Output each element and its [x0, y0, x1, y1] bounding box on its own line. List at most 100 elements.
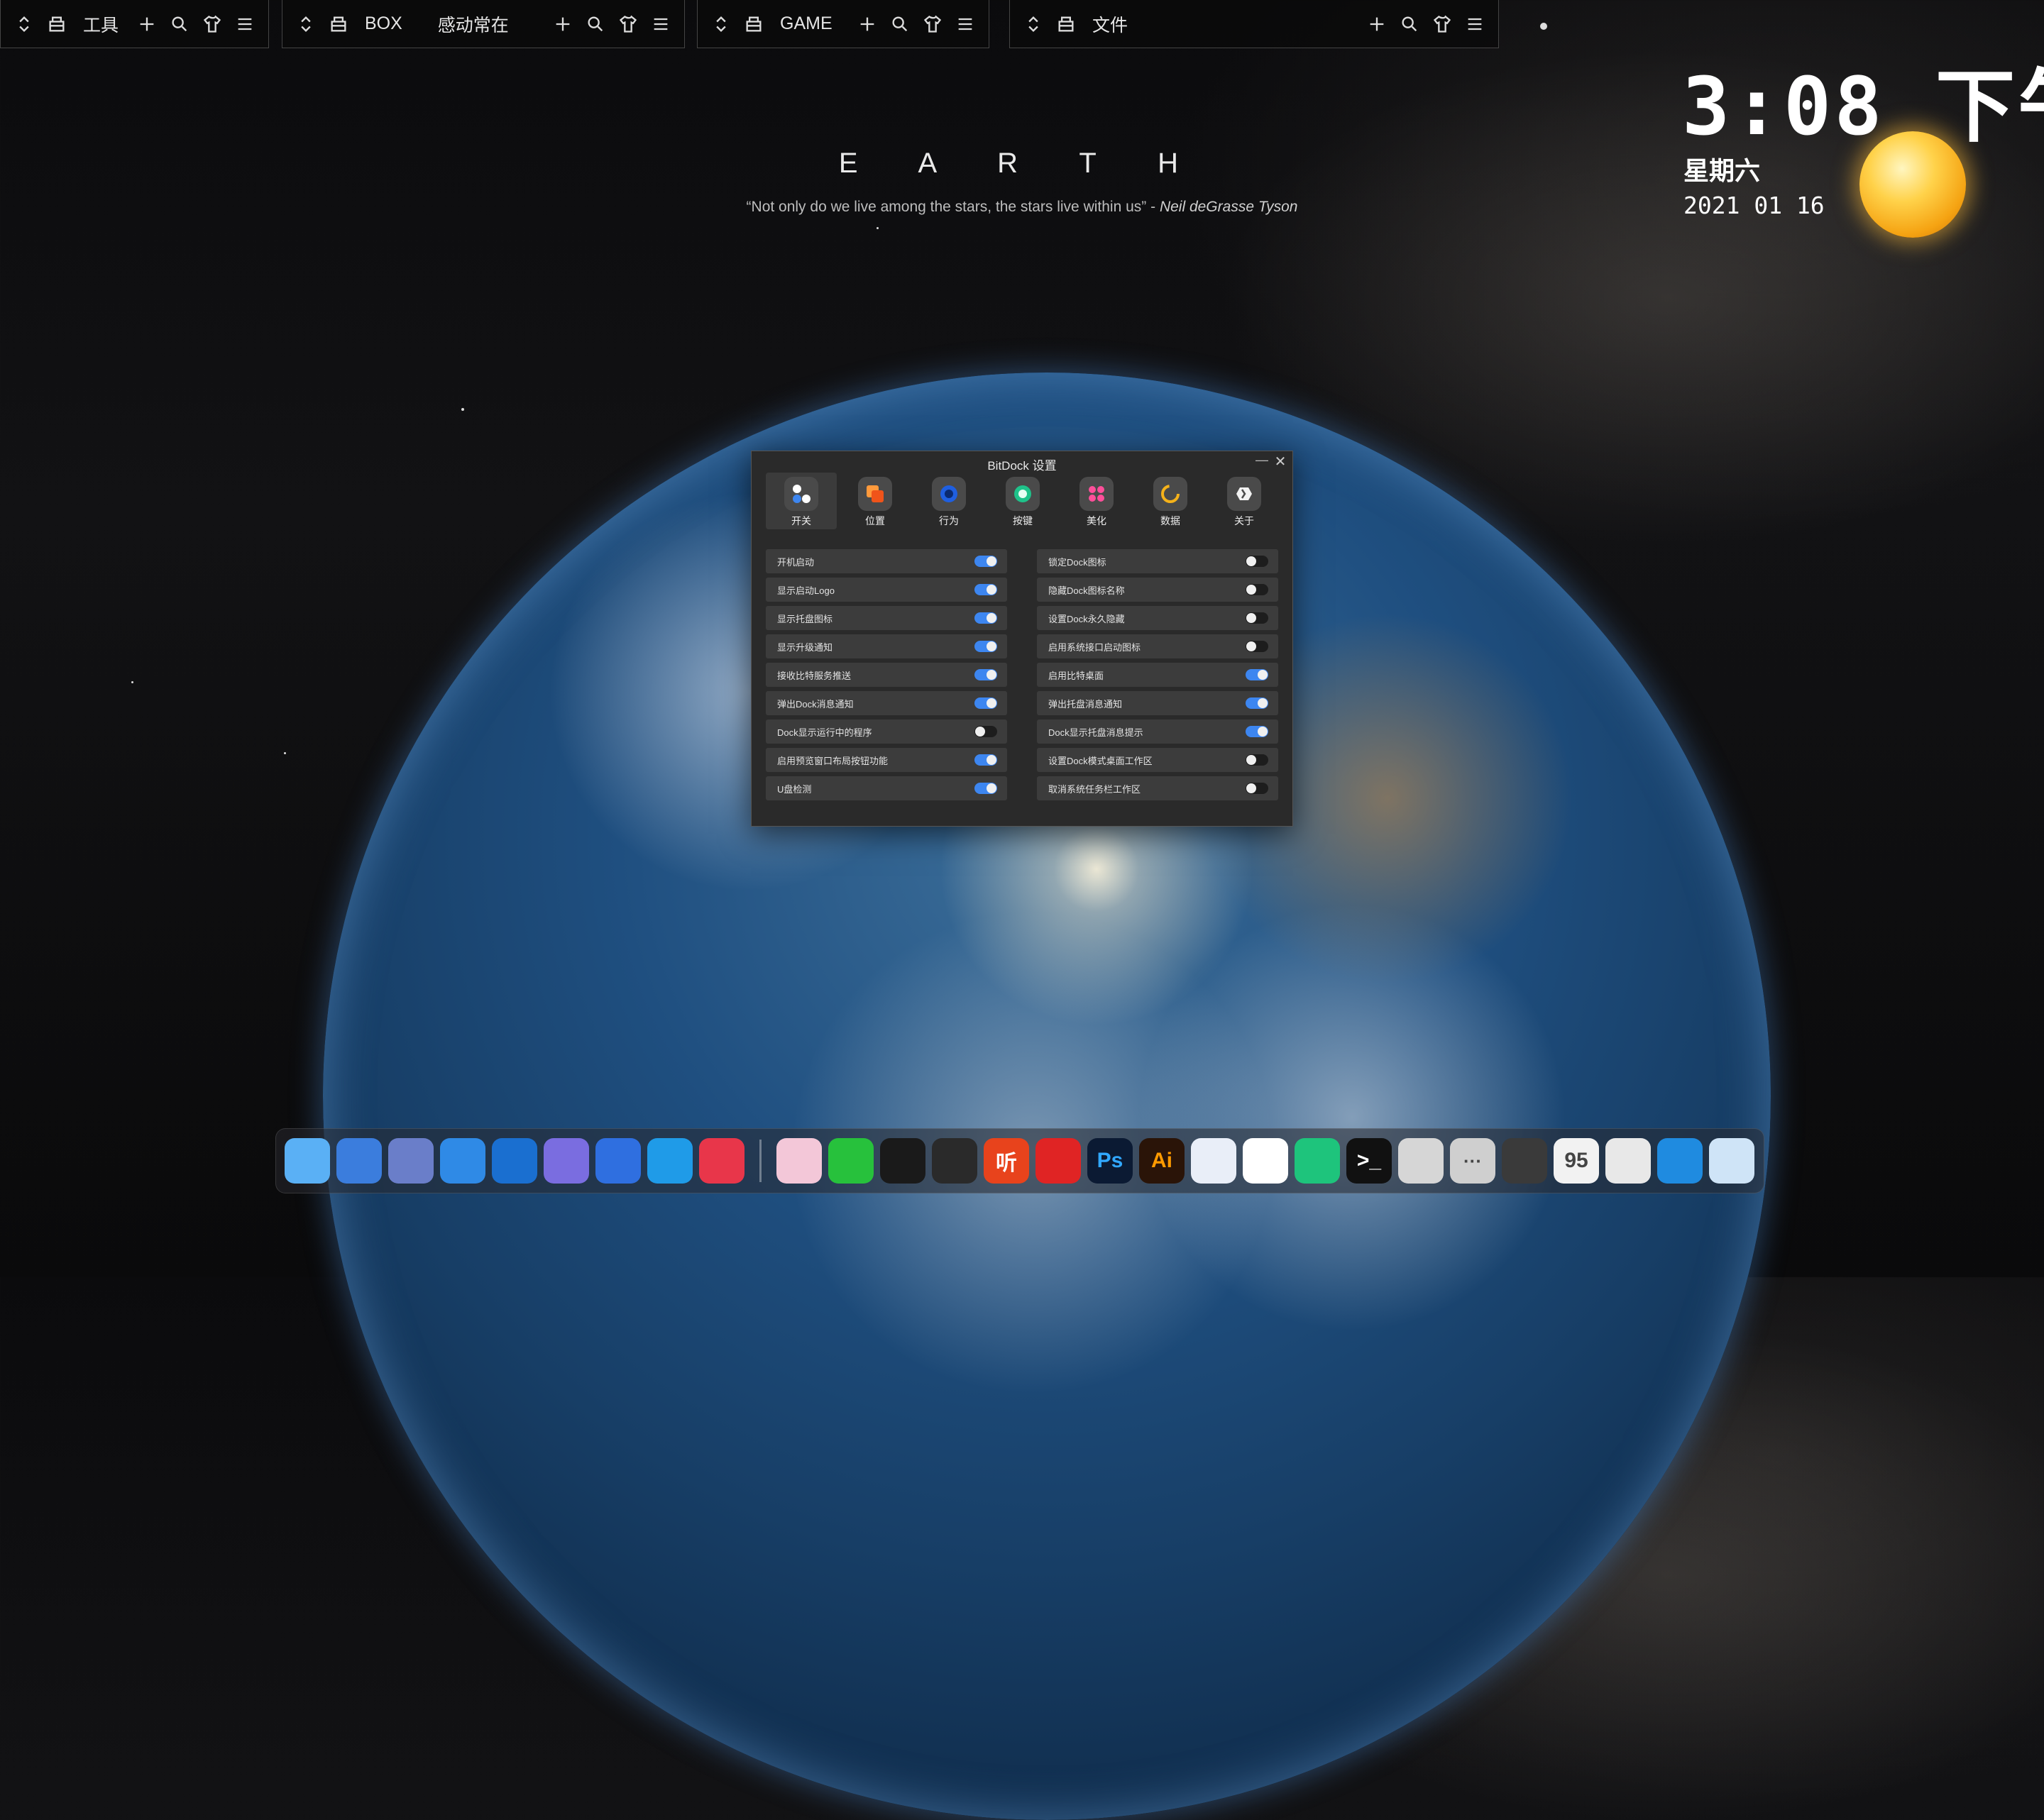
- dock-separator: [759, 1140, 762, 1182]
- skin-shirt-icon[interactable]: [196, 8, 229, 40]
- search-icon[interactable]: [884, 8, 916, 40]
- tab-data[interactable]: 数据: [1135, 473, 1206, 529]
- folder-pink-icon[interactable]: [776, 1138, 822, 1184]
- power-icon[interactable]: [1502, 1138, 1547, 1184]
- green-app-icon[interactable]: [828, 1138, 874, 1184]
- option-row: 启用系统接口启动图标: [1037, 634, 1278, 658]
- add-icon[interactable]: [546, 8, 579, 40]
- clock-date: 2021 01 16: [1683, 192, 1825, 219]
- toggle-switch[interactable]: [1246, 641, 1268, 652]
- minimize-button[interactable]: —: [1254, 453, 1270, 468]
- tab-label: 按键: [1013, 515, 1033, 526]
- add-icon[interactable]: [851, 8, 884, 40]
- dock-bar: 听 Ps Ai >_ ··· 95: [275, 1128, 1764, 1193]
- option-label: 启用系统接口启动图标: [1048, 641, 1141, 653]
- menu-icon[interactable]: [1458, 8, 1491, 40]
- group-bar-files[interactable]: 文件: [1009, 0, 1499, 48]
- menu-icon[interactable]: [644, 8, 677, 40]
- group-bar-game[interactable]: GAME: [697, 0, 989, 48]
- launchpad-rocket-icon[interactable]: [388, 1138, 434, 1184]
- menu-icon[interactable]: [229, 8, 261, 40]
- search-icon[interactable]: [579, 8, 612, 40]
- more-dots-icon[interactable]: ···: [1450, 1138, 1495, 1184]
- photoshop-icon[interactable]: Ps: [1087, 1138, 1133, 1184]
- screenshot-icon[interactable]: [699, 1138, 744, 1184]
- dock-item-label: 听: [996, 1152, 1017, 1175]
- group-subtitle: 感动常在: [437, 15, 509, 35]
- toggle-switch[interactable]: [1246, 584, 1268, 595]
- tab-switch[interactable]: 开关: [766, 473, 837, 529]
- tab-label: 位置: [865, 515, 885, 526]
- toggle-switch[interactable]: [1246, 697, 1268, 709]
- skin-shirt-icon[interactable]: [612, 8, 644, 40]
- weather-icon[interactable]: [544, 1138, 589, 1184]
- tab-behavior[interactable]: 行为: [913, 473, 984, 529]
- skin-shirt-icon[interactable]: [916, 8, 949, 40]
- expand-collapse-icon[interactable]: [705, 8, 737, 40]
- add-icon[interactable]: [1361, 8, 1393, 40]
- group-bar-box[interactable]: BOX 感动常在: [282, 0, 685, 48]
- search-icon[interactable]: [163, 8, 196, 40]
- baidu-netdisk-icon[interactable]: [1243, 1138, 1288, 1184]
- expand-collapse-icon[interactable]: [290, 8, 322, 40]
- tab-beautify[interactable]: 美化: [1061, 473, 1132, 529]
- toggle-switch[interactable]: [974, 584, 997, 595]
- option-row: 设置Dock模式桌面工作区: [1037, 748, 1278, 772]
- feishu-bird-icon[interactable]: [1191, 1138, 1236, 1184]
- illustrator-icon[interactable]: Ai: [1139, 1138, 1185, 1184]
- group-box-icon: [1050, 8, 1082, 40]
- terminal-icon[interactable]: >_: [1346, 1138, 1392, 1184]
- toggle-switch[interactable]: [1246, 612, 1268, 624]
- left-options-column: 开机启动 显示启动Logo 显示托盘图标 显示升级通知 接收比特服务推送 弹出D…: [766, 549, 1007, 805]
- toggle-switch[interactable]: [974, 669, 997, 680]
- dock-item-label: Ps: [1097, 1149, 1123, 1172]
- toggle-switch[interactable]: [974, 641, 997, 652]
- group-box-icon: [737, 8, 770, 40]
- group-title: 工具: [83, 15, 119, 35]
- finder-icon[interactable]: [285, 1138, 330, 1184]
- add-icon[interactable]: [131, 8, 163, 40]
- toggle-switch[interactable]: [1246, 669, 1268, 680]
- data-icon: [1153, 477, 1187, 511]
- key-icon: [1006, 477, 1040, 511]
- calculator-icon[interactable]: [1605, 1138, 1651, 1184]
- close-button[interactable]: ✕: [1273, 453, 1288, 470]
- settings-gear-icon[interactable]: [492, 1138, 537, 1184]
- toggle-switch[interactable]: [1246, 754, 1268, 766]
- netease-music-icon[interactable]: [1035, 1138, 1081, 1184]
- group-bar-tools[interactable]: 工具: [0, 0, 269, 48]
- cleaner-score-icon[interactable]: 95: [1554, 1138, 1599, 1184]
- wechat-icon[interactable]: [932, 1138, 977, 1184]
- tab-keys[interactable]: 按键: [987, 473, 1058, 529]
- qq-penguin-icon[interactable]: [880, 1138, 925, 1184]
- behavior-icon: [932, 477, 966, 511]
- expand-collapse-icon[interactable]: [1017, 8, 1050, 40]
- app-store-icon[interactable]: [595, 1138, 641, 1184]
- skin-shirt-icon[interactable]: [1426, 8, 1458, 40]
- menu-icon[interactable]: [949, 8, 982, 40]
- toggle-switch[interactable]: [1246, 783, 1268, 794]
- tab-about[interactable]: 关于: [1209, 473, 1280, 529]
- toggle-switch[interactable]: [974, 697, 997, 709]
- expand-collapse-icon[interactable]: [8, 8, 40, 40]
- recycle-bin-icon[interactable]: [1709, 1138, 1754, 1184]
- toggle-switch[interactable]: [974, 612, 997, 624]
- toggle-switch[interactable]: [974, 556, 997, 567]
- option-row: 开机启动: [766, 549, 1007, 573]
- option-row: 显示升级通知: [766, 634, 1007, 658]
- toggle-switch[interactable]: [974, 783, 997, 794]
- onedrive-cloud-icon[interactable]: [1657, 1138, 1703, 1184]
- search-icon[interactable]: [1393, 8, 1426, 40]
- folder-store-icon[interactable]: [440, 1138, 485, 1184]
- toggle-switch[interactable]: [974, 754, 997, 766]
- option-label: 隐藏Dock图标名称: [1048, 585, 1125, 596]
- windows-start-icon[interactable]: [336, 1138, 382, 1184]
- search-magnifier-icon[interactable]: [647, 1138, 693, 1184]
- chevron-down-icon[interactable]: [1398, 1138, 1444, 1184]
- toggle-switch[interactable]: [1246, 726, 1268, 737]
- ting-audio-icon[interactable]: 听: [984, 1138, 1029, 1184]
- tab-position[interactable]: 位置: [840, 473, 911, 529]
- toggle-switch[interactable]: [1246, 556, 1268, 567]
- toggle-switch[interactable]: [974, 726, 997, 737]
- shopping-bag-icon[interactable]: [1295, 1138, 1340, 1184]
